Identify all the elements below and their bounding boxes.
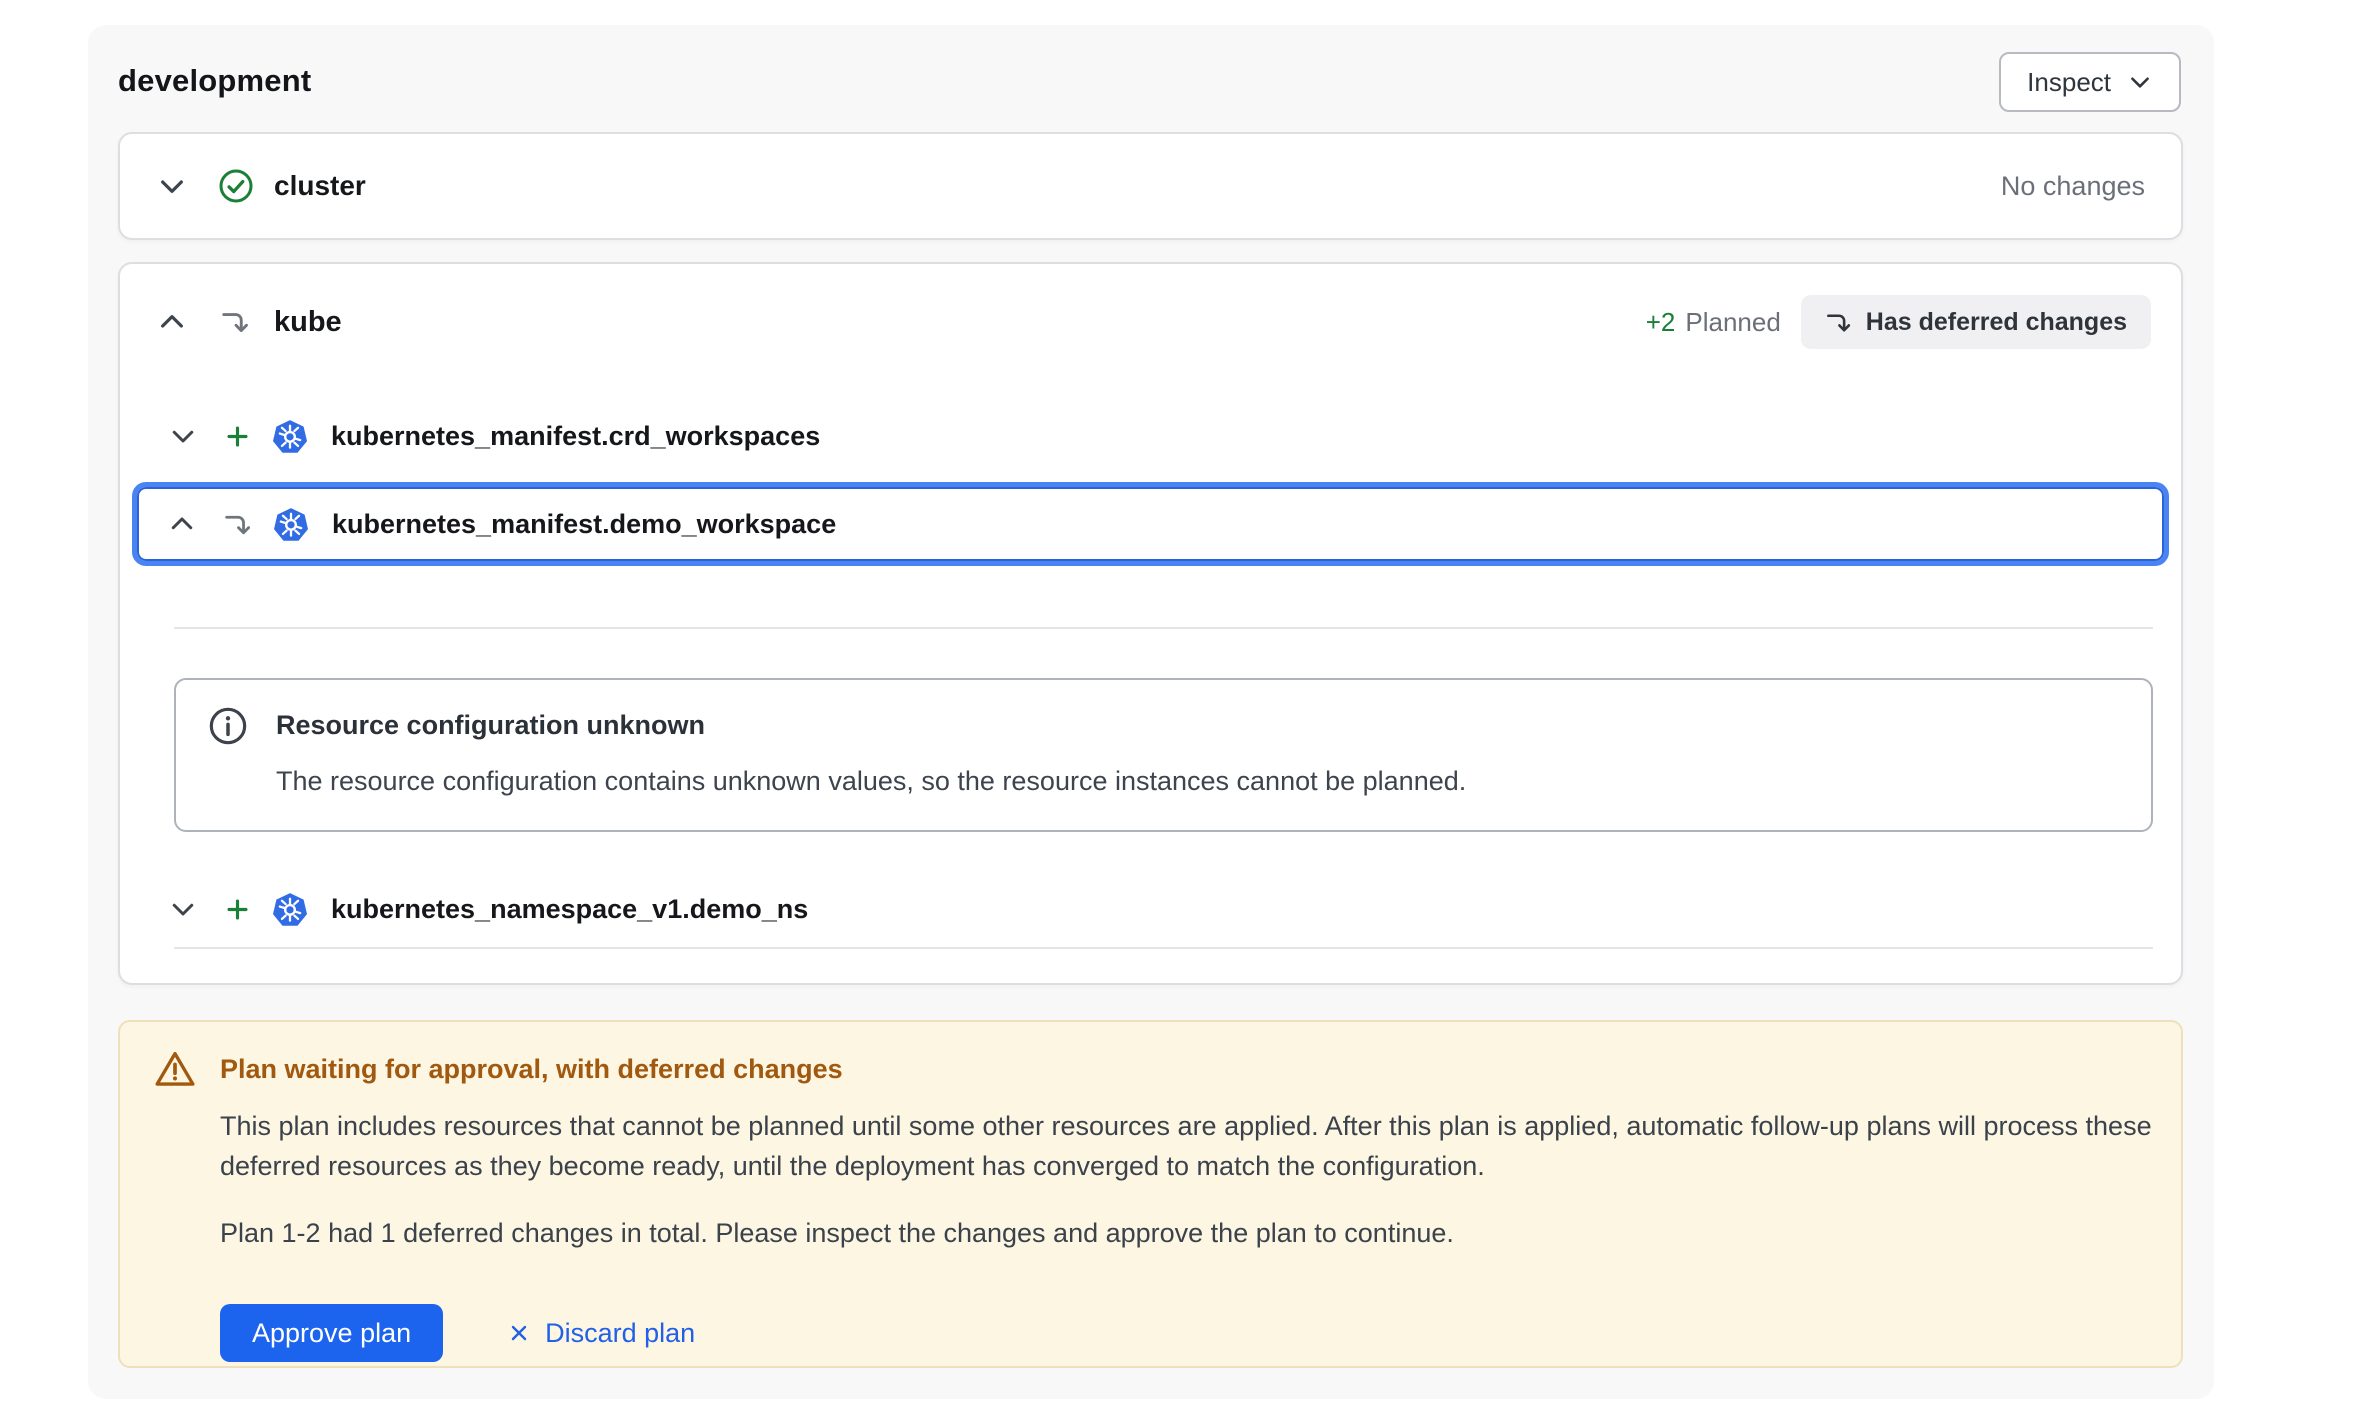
- chevron-up-icon[interactable]: [156, 306, 188, 338]
- resource-name: kubernetes_manifest.crd_workspaces: [331, 421, 820, 452]
- deferred-arrow-icon: [220, 307, 250, 337]
- x-icon: [507, 1321, 531, 1345]
- divider: [174, 947, 2153, 949]
- create-plus-icon: [224, 896, 251, 923]
- chevron-down-icon: [2127, 69, 2153, 95]
- component-status: No changes: [2001, 171, 2145, 202]
- discard-plan-link[interactable]: Discard plan: [507, 1318, 695, 1349]
- alert-body: The resource configuration contains unkn…: [276, 766, 1466, 797]
- badge-label: Has deferred changes: [1866, 308, 2127, 337]
- resource-name: kubernetes_manifest.demo_workspace: [332, 509, 836, 540]
- discard-plan-label: Discard plan: [545, 1318, 695, 1349]
- warning-title: Plan waiting for approval, with deferred…: [220, 1054, 843, 1085]
- chevron-up-icon[interactable]: [167, 509, 197, 539]
- info-icon: [208, 706, 248, 746]
- alert-title: Resource configuration unknown: [276, 710, 705, 741]
- page-title: development: [118, 63, 311, 99]
- chevron-down-icon[interactable]: [168, 894, 198, 924]
- inspect-button-label: Inspect: [2027, 67, 2111, 98]
- approve-plan-button[interactable]: Approve plan: [220, 1304, 443, 1362]
- warning-actions: Approve plan Discard plan: [220, 1304, 695, 1362]
- inspect-button[interactable]: Inspect: [1999, 52, 2181, 112]
- has-deferred-changes-badge: Has deferred changes: [1801, 295, 2151, 349]
- resource-row-crd-workspaces[interactable]: kubernetes_manifest.crd_workspaces: [168, 404, 2151, 468]
- warning-triangle-icon: [154, 1048, 196, 1090]
- resource-name: kubernetes_namespace_v1.demo_ns: [331, 894, 808, 925]
- chevron-down-icon[interactable]: [156, 170, 188, 202]
- divider: [174, 627, 2153, 629]
- kube-component-card: kube +2 Planned Has deferred changes kub…: [118, 262, 2183, 985]
- kubernetes-icon: [273, 892, 307, 926]
- chevron-down-icon[interactable]: [168, 421, 198, 451]
- cluster-component-card[interactable]: cluster No changes: [118, 132, 2183, 240]
- component-name: kube: [274, 306, 342, 339]
- warning-body: This plan includes resources that cannot…: [220, 1106, 2160, 1186]
- deferred-arrow-icon: [223, 510, 252, 539]
- planned-changes-count: +2 Planned: [1646, 307, 1781, 338]
- component-name: cluster: [274, 170, 366, 202]
- warning-summary: Plan 1-2 had 1 deferred changes in total…: [220, 1218, 1454, 1249]
- create-plus-icon: [224, 423, 251, 450]
- deployment-panel: development Inspect cluster No changes k…: [88, 25, 2214, 1399]
- success-check-icon: [218, 168, 254, 204]
- resource-config-unknown-alert: Resource configuration unknown The resou…: [174, 678, 2153, 832]
- resource-row-demo-ns[interactable]: kubernetes_namespace_v1.demo_ns: [168, 877, 2151, 941]
- deferred-arrow-icon: [1825, 309, 1852, 336]
- kubernetes-icon: [273, 419, 307, 453]
- kube-component-header[interactable]: kube +2 Planned Has deferred changes: [156, 284, 2151, 360]
- resource-row-demo-workspace-selected[interactable]: kubernetes_manifest.demo_workspace: [132, 482, 2169, 566]
- plan-approval-warning: Plan waiting for approval, with deferred…: [118, 1020, 2183, 1368]
- kubernetes-icon: [274, 507, 308, 541]
